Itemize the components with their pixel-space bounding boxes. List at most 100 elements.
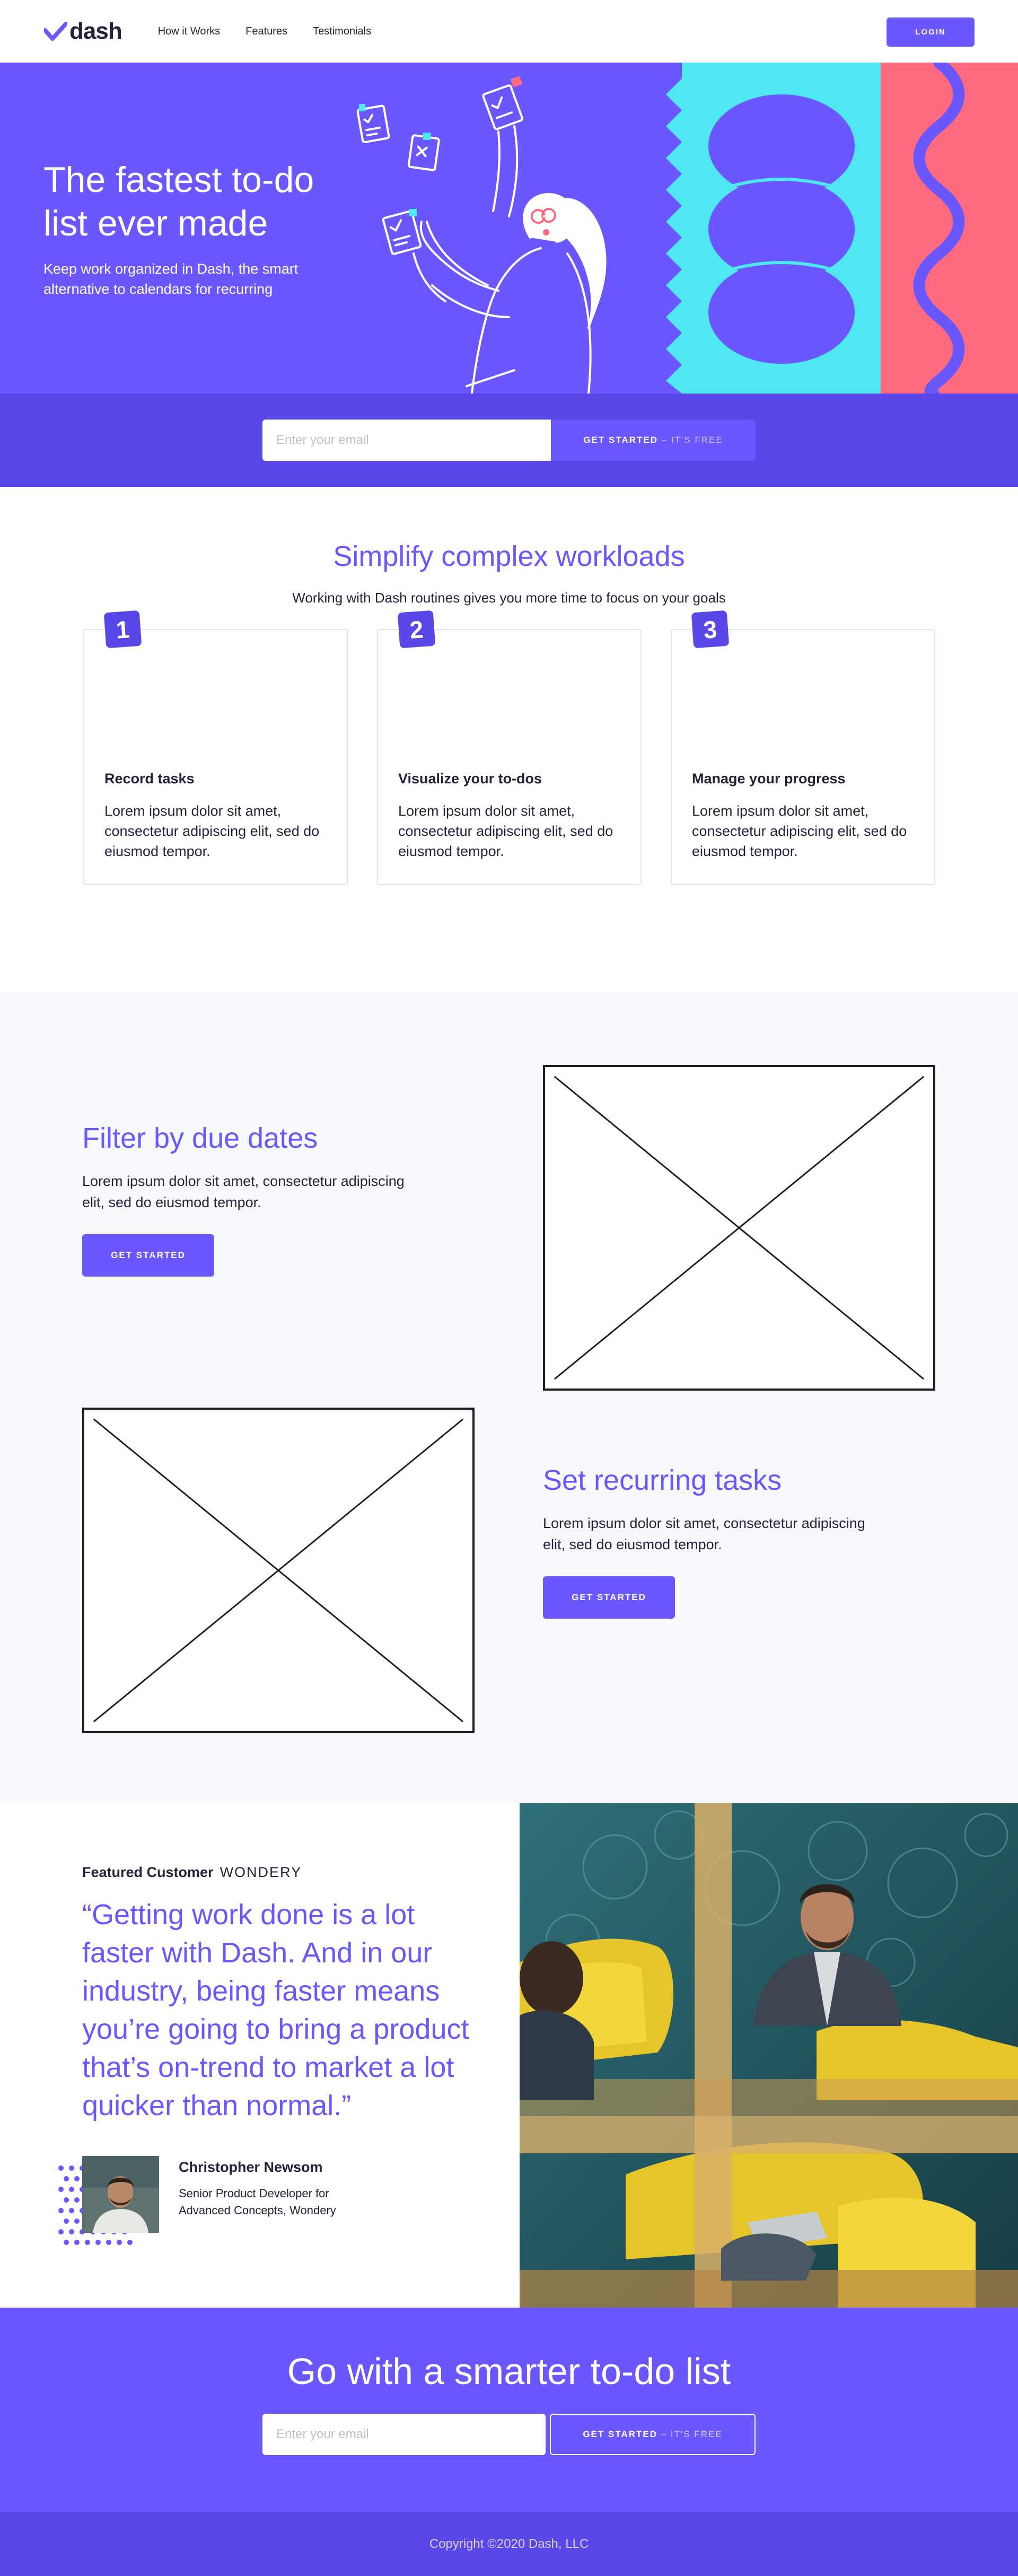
top-nav: dash How it Works Features Testimonials …	[0, 0, 1018, 63]
simplify-section: Simplify complex workloads Working with …	[0, 487, 1018, 992]
feature-filter-text: Filter by due dates Lorem ipsum dolor si…	[82, 1122, 422, 1277]
woman-illustration	[356, 76, 607, 394]
testimonial-quote: “Getting work done is a lot faster with …	[82, 1899, 469, 2121]
author-role: Senior Product Developer for Advanced Co…	[179, 2187, 336, 2217]
hero-email-input[interactable]	[262, 420, 551, 461]
cta-signup-form: GET STARTED – IT'S FREE	[0, 2414, 1018, 2455]
image-placeholder-cross	[93, 1418, 464, 1723]
step-card-title: Manage your progress	[692, 771, 846, 787]
nav-link-testimonials[interactable]: Testimonials	[313, 25, 371, 38]
hero-subtitle-line-1: Keep work organized in Dash, the smart	[43, 261, 299, 277]
decorative-dot	[69, 2187, 74, 2192]
feature-get-started-button[interactable]: GET STARTED	[543, 1576, 675, 1619]
hero-get-started-suffix: – IT'S FREE	[658, 435, 723, 445]
decorative-dot	[74, 2197, 80, 2203]
feature-title: Filter by due dates	[82, 1122, 318, 1154]
image-placeholder	[543, 1065, 935, 1391]
step-card-description: Lorem ipsum dolor sit amet, consectetur …	[398, 803, 613, 859]
step-card-title: Record tasks	[104, 771, 195, 787]
step-card-title: Visualize your to-dos	[398, 771, 542, 787]
feature-description: Lorem ipsum dolor sit amet, consectetur …	[82, 1173, 405, 1210]
decorative-pink-block	[881, 63, 1018, 394]
step-number-badge: 2	[397, 610, 436, 649]
login-button[interactable]: LOGIN	[887, 18, 975, 47]
cta-section: Go with a smarter to-do list GET STARTED…	[0, 2308, 1018, 2512]
hero-section: The fastest to-do list ever made Keep wo…	[0, 63, 1018, 394]
hero-title-line-1: The fastest to-do	[43, 160, 314, 200]
decorative-dot	[64, 2197, 69, 2203]
feature-recurring-text: Set recurring tasks Lorem ipsum dolor si…	[543, 1464, 882, 1619]
simplify-title: Simplify complex workloads	[333, 540, 685, 572]
step-number-badge: 1	[103, 610, 142, 649]
decorative-dot	[74, 2240, 80, 2245]
featured-customer: Featured Customer WONDERY	[82, 1864, 485, 1881]
person-avatar-image	[82, 2156, 159, 2233]
decorative-dot	[106, 2240, 111, 2245]
image-placeholder-cross	[554, 1076, 925, 1380]
nav-link-how-it-works[interactable]: How it Works	[158, 25, 220, 38]
decorative-circles-shape	[650, 63, 855, 394]
decorative-dot	[127, 2240, 133, 2245]
feature-description: Lorem ipsum dolor sit amet, consectetur …	[543, 1515, 865, 1552]
hero-subtitle: Keep work organized in Dash, the smart a…	[43, 259, 372, 299]
decorative-dot	[58, 2187, 64, 2192]
copyright-text: Copyright ©2020 Dash, LLC	[429, 2537, 589, 2551]
nav-link-features[interactable]: Features	[245, 25, 287, 38]
decorative-dot	[64, 2240, 69, 2245]
decorative-dot	[64, 2219, 69, 2224]
hero-signup-form: GET STARTED – IT'S FREE	[262, 420, 756, 461]
office-photo-image	[520, 1803, 1018, 2308]
decorative-dot	[58, 2229, 64, 2234]
step-number-badge: 3	[691, 610, 730, 649]
step-card-description: Lorem ipsum dolor sit amet, consectetur …	[104, 803, 320, 859]
logo-text: dash	[69, 18, 122, 44]
cta-get-started-label: GET STARTED	[583, 2429, 658, 2439]
decorative-wave-shape	[913, 63, 965, 394]
simplify-subtitle: Working with Dash routines gives you mor…	[292, 590, 726, 606]
image-placeholder	[82, 1408, 475, 1733]
dash-logo[interactable]: dash	[44, 18, 122, 45]
step-card: 1 Record tasks Lorem ipsum dolor sit ame…	[83, 610, 348, 885]
testimonial-text: Featured Customer WONDERY “Getting work d…	[82, 1864, 485, 2125]
decorative-dot	[58, 2208, 64, 2213]
hero-title-line-2: list ever made	[43, 203, 268, 243]
author-name: Christopher Newsom	[179, 2159, 323, 2175]
decorative-dot	[69, 2208, 74, 2213]
hero-get-started-label: GET STARTED	[583, 435, 659, 445]
decorative-dot	[95, 2240, 101, 2245]
decorative-dot	[69, 2165, 74, 2171]
decorative-dot	[85, 2240, 90, 2245]
testimonial-author: Christopher Newsom Senior Product Develo…	[57, 2156, 428, 2251]
nav-links: How it Works Features Testimonials	[158, 25, 371, 38]
cta-email-input[interactable]	[262, 2414, 546, 2455]
featured-customer-label: Featured Customer	[82, 1864, 214, 1880]
decorative-dot	[117, 2240, 122, 2245]
feature-get-started-button[interactable]: GET STARTED	[82, 1234, 214, 1277]
cta-title: Go with a smarter to-do list	[287, 2351, 731, 2392]
step-card-description: Lorem ipsum dolor sit amet, consectetur …	[692, 803, 907, 859]
hero-get-started-button[interactable]: GET STARTED – IT'S FREE	[551, 420, 756, 461]
decorative-dot	[58, 2165, 64, 2171]
decorative-dot	[69, 2229, 74, 2234]
footer: Copyright ©2020 Dash, LLC	[0, 2512, 1018, 2576]
step-card: 3 Manage your progress Lorem ipsum dolor…	[671, 610, 935, 885]
cta-get-started-suffix: – IT'S FREE	[657, 2429, 723, 2439]
hero-title: The fastest to-do list ever made	[43, 158, 372, 245]
hero-signup-bar: GET STARTED – IT'S FREE	[0, 394, 1018, 487]
features-section: Filter by due dates Lorem ipsum dolor si…	[0, 992, 1018, 1803]
avatar	[82, 2156, 159, 2233]
decorative-dot	[74, 2219, 80, 2224]
featured-company-name: WONDERY	[220, 1864, 302, 1880]
step-cards: 1 Record tasks Lorem ipsum dolor sit ame…	[83, 610, 935, 885]
feature-title: Set recurring tasks	[543, 1464, 782, 1496]
hero-text: The fastest to-do list ever made Keep wo…	[43, 158, 372, 299]
step-card: 2 Visualize your to-dos Lorem ipsum dolo…	[377, 610, 642, 885]
checkmark-icon	[44, 22, 67, 41]
decorative-cyan-block	[650, 63, 881, 394]
decorative-dot	[64, 2176, 69, 2181]
cta-get-started-button[interactable]: GET STARTED – IT'S FREE	[550, 2414, 756, 2455]
customer-photo	[520, 1803, 1018, 2308]
testimonial-section: Featured Customer WONDERY “Getting work d…	[0, 1803, 1018, 2308]
hero-subtitle-line-2: alternative to calendars for recurring	[43, 281, 273, 297]
decorative-dot	[74, 2176, 80, 2181]
